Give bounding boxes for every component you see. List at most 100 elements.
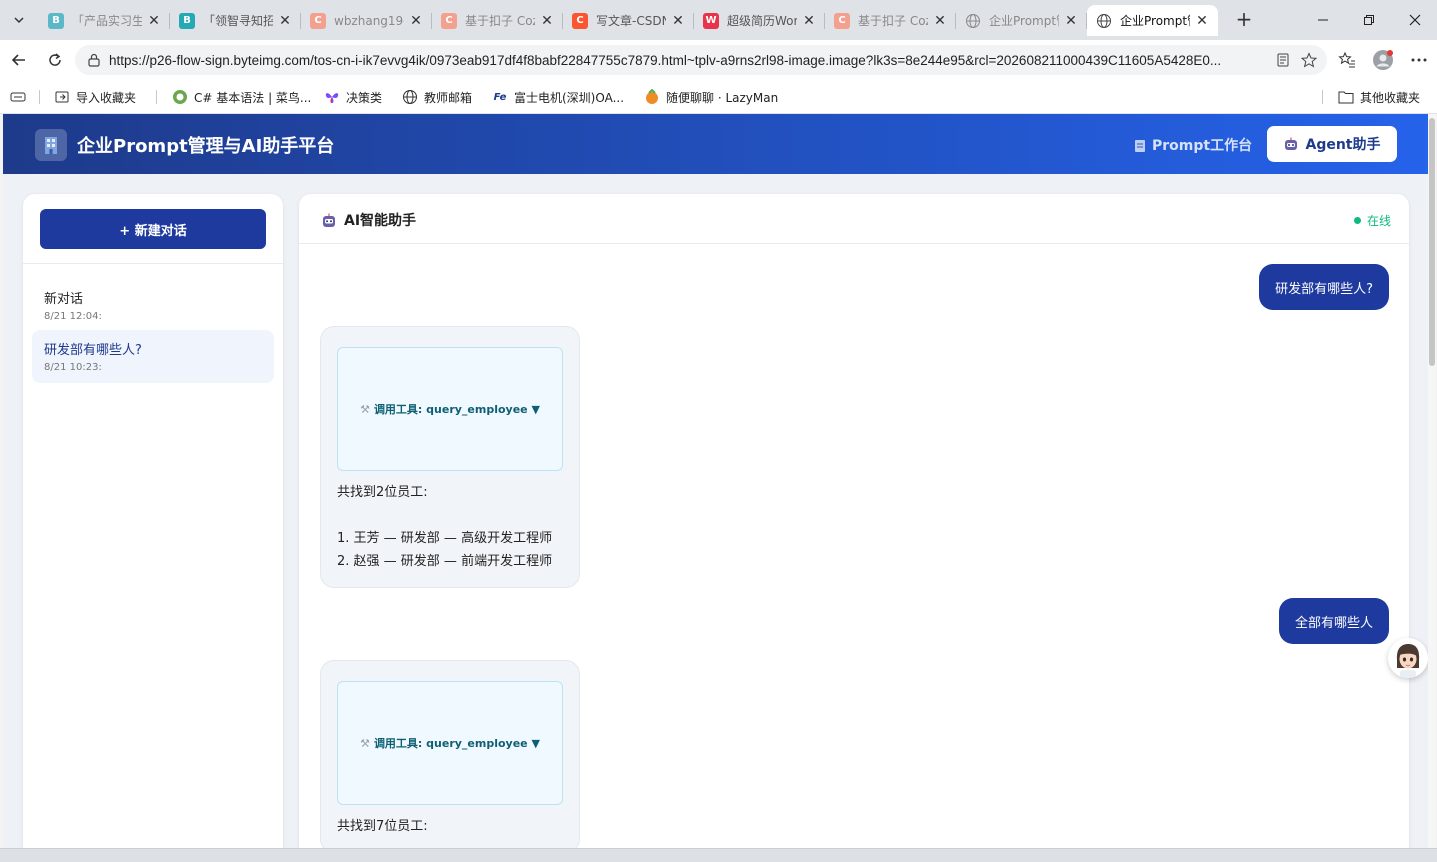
new-tab-button[interactable]: + bbox=[1232, 8, 1256, 32]
minimize-button[interactable] bbox=[1300, 0, 1346, 40]
tab-title: 基于扣子 Coze bbox=[858, 14, 928, 28]
building-icon bbox=[35, 129, 67, 161]
browser-tab[interactable]: 企业Prompt管 ✕ bbox=[956, 5, 1087, 36]
bookmark-import[interactable]: 导入收藏夹 bbox=[54, 87, 136, 107]
omnibox[interactable]: https://p26-flow-sign.byteimg.com/tos-cn… bbox=[75, 45, 1327, 75]
conversation-sidebar: + 新建对话 新对话 8/21 12:04: 研发部有哪些人? 8/21 10:… bbox=[23, 194, 283, 848]
nav-prompt-workbench[interactable]: Prompt工作台 bbox=[1134, 135, 1252, 155]
reading-view-icon[interactable] bbox=[1275, 52, 1291, 68]
page-scrollbar-thumb[interactable] bbox=[1429, 118, 1435, 366]
refresh-button[interactable] bbox=[41, 46, 69, 74]
browser-tab[interactable]: Cwbzhang19-C ✕ bbox=[301, 5, 432, 36]
conversation-time: 8/21 12:04: bbox=[44, 311, 102, 322]
bookmark-decision[interactable]: 决策类 bbox=[324, 87, 382, 107]
tool-call-label: 调用工具: query_employee ▼ bbox=[373, 403, 540, 416]
folder-icon bbox=[1338, 89, 1354, 105]
user-message-text: 研发部有哪些人? bbox=[1275, 281, 1373, 297]
tab-close-icon[interactable]: ✕ bbox=[539, 13, 555, 29]
status-text: 在线 bbox=[1366, 214, 1391, 228]
back-arrow-icon bbox=[11, 54, 25, 66]
browser-tab[interactable]: C 基于扣子 Coze ✕ bbox=[432, 5, 563, 36]
assistant-avatar-button[interactable] bbox=[1388, 638, 1428, 678]
tab-list-button[interactable] bbox=[5, 6, 33, 34]
conversation-item[interactable]: 新对话 8/21 12:04: bbox=[32, 279, 274, 332]
browser-tab[interactable]: W 超级简历Word ✕ bbox=[694, 5, 825, 36]
bookmark-separator bbox=[1322, 90, 1323, 104]
user-message-text: 全部有哪些人 bbox=[1294, 615, 1373, 631]
assistant-message: ⚒ 调用工具: query_employee ▼ 共找到2位员工: 1. 王芳 … bbox=[320, 326, 580, 588]
back-button[interactable] bbox=[5, 46, 33, 74]
browser-tab[interactable]: C 基于扣子 Coze ✕ bbox=[825, 5, 956, 36]
tab-close-icon[interactable]: ✕ bbox=[932, 13, 948, 29]
favorites-icon bbox=[1338, 51, 1355, 68]
site-favicon-icon: C bbox=[310, 12, 326, 29]
browser-tab-active[interactable]: 企业Prompt管 ✕ bbox=[1087, 5, 1218, 36]
settings-menu-button[interactable] bbox=[1409, 50, 1429, 70]
user-message: 全部有哪些人 bbox=[1278, 598, 1389, 644]
restore-button[interactable] bbox=[1346, 0, 1392, 40]
bookmark-csharp[interactable]: C# 基本语法 | 菜鸟... bbox=[172, 87, 311, 107]
globe-icon bbox=[402, 89, 418, 105]
tab-close-icon[interactable]: ✕ bbox=[146, 13, 162, 29]
app-title: 企业Prompt管理与AI助手平台 bbox=[77, 136, 335, 157]
lazyman-icon bbox=[644, 89, 660, 105]
tab-title: wbzhang19-C bbox=[334, 13, 404, 28]
bookmark-label: 富士电机(深圳)OA... bbox=[514, 90, 625, 105]
girl-avatar-icon bbox=[1388, 638, 1428, 678]
new-chat-button[interactable]: + 新建对话 bbox=[40, 209, 266, 249]
address-bar-row: https://p26-flow-sign.byteimg.com/tos-cn… bbox=[0, 40, 1437, 80]
clipboard-icon bbox=[1135, 140, 1145, 152]
nav-agent-label: Agent助手 bbox=[1305, 137, 1381, 153]
bookmark-label: 决策类 bbox=[346, 90, 383, 105]
tab-close-icon[interactable]: ✕ bbox=[1194, 13, 1210, 29]
tab-close-icon[interactable]: ✕ bbox=[277, 13, 293, 29]
conversation-time: 8/21 10:23: bbox=[44, 362, 102, 373]
bookmark-fuji-oa[interactable]: Fe 富士电机(深圳)OA... bbox=[492, 87, 624, 107]
conversation-item-active[interactable]: 研发部有哪些人? 8/21 10:23: bbox=[32, 330, 274, 383]
tab-title: 基于扣子 Coze bbox=[465, 14, 535, 28]
tab-close-icon[interactable]: ✕ bbox=[801, 13, 817, 29]
browser-tab[interactable]: C 写文章-CSDN ✕ bbox=[563, 5, 694, 36]
profile-button[interactable] bbox=[1373, 50, 1393, 70]
browser-tab[interactable]: B 「领智寻知招聘 ✕ bbox=[170, 5, 301, 36]
minimize-icon bbox=[1318, 19, 1328, 21]
tab-close-icon[interactable]: ✕ bbox=[1063, 13, 1079, 29]
chat-title: AI智能助手 bbox=[321, 210, 416, 230]
browser-tab[interactable]: B 「产品实习生」 ✕ bbox=[39, 5, 170, 36]
conversation-title: 新对话 bbox=[44, 292, 84, 307]
tab-title: 超级简历Word bbox=[727, 14, 797, 28]
tool-call-toggle[interactable]: ⚒ 调用工具: query_employee ▼ bbox=[337, 347, 563, 471]
favorites-button[interactable] bbox=[1337, 50, 1357, 70]
tab-close-icon[interactable]: ✕ bbox=[670, 13, 686, 29]
conversation-title: 研发部有哪些人? bbox=[44, 343, 142, 358]
close-icon bbox=[1409, 14, 1421, 26]
bookmark-bar-icon bbox=[10, 92, 26, 102]
tab-title: 企业Prompt管 bbox=[989, 14, 1059, 28]
site-favicon-icon: C bbox=[834, 12, 850, 29]
bookmark-bar-toggle[interactable] bbox=[10, 87, 26, 107]
tool-call-toggle[interactable]: ⚒ 调用工具: query_employee ▼ bbox=[337, 681, 563, 805]
nav-agent-assistant[interactable]: Agent助手 bbox=[1267, 126, 1397, 162]
restore-icon bbox=[1364, 15, 1374, 25]
tab-close-icon[interactable]: ✕ bbox=[408, 13, 424, 29]
tab-title: 写文章-CSDN bbox=[596, 14, 666, 28]
nav-prompt-label: Prompt工作台 bbox=[1152, 138, 1253, 154]
url-text[interactable]: https://p26-flow-sign.byteimg.com/tos-cn… bbox=[109, 53, 1259, 68]
bookmark-other-folder[interactable]: 其他收藏夹 bbox=[1338, 87, 1420, 107]
globe-icon bbox=[965, 13, 981, 29]
user-message: 研发部有哪些人? bbox=[1259, 264, 1389, 310]
favorite-star-icon[interactable] bbox=[1301, 52, 1317, 68]
wrench-icon: ⚒ bbox=[360, 402, 370, 416]
bookmark-teacher-mail[interactable]: 教师邮箱 bbox=[402, 87, 472, 107]
close-window-button[interactable] bbox=[1392, 0, 1437, 40]
assistant-message: ⚒ 调用工具: query_employee ▼ 共找到7位员工: bbox=[320, 660, 580, 848]
tab-title: 「领智寻知招聘 bbox=[203, 14, 273, 28]
bookmark-lazyman[interactable]: 随便聊聊 · LazyMan bbox=[644, 87, 778, 107]
assistant-message-text: 共找到2位员工: 1. 王芳 — 研发部 — 高级开发工程师 2. 赵强 — 研… bbox=[337, 485, 553, 569]
bookmark-label: 教师邮箱 bbox=[424, 90, 473, 105]
site-favicon-icon: C bbox=[441, 12, 457, 29]
tab-title: 「产品实习生」 bbox=[72, 14, 142, 28]
bookmark-separator bbox=[156, 90, 157, 104]
site-info-icon[interactable] bbox=[87, 53, 101, 67]
site-favicon-icon: C bbox=[572, 12, 588, 29]
